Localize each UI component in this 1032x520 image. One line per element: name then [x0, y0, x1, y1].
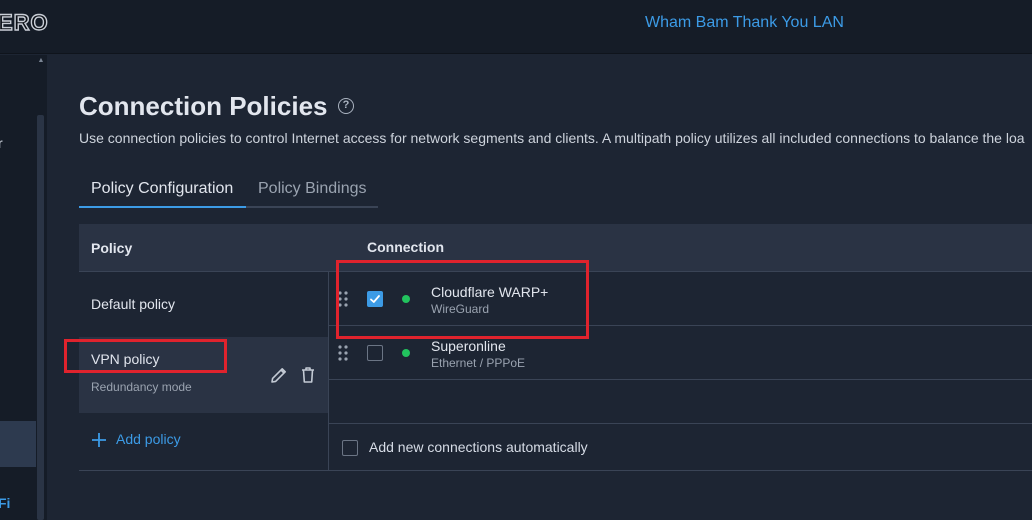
sidebar-scrollbar[interactable] — [37, 115, 44, 520]
tab-policy-configuration[interactable]: Policy Configuration — [91, 180, 233, 198]
column-header-connection: Connection — [367, 239, 444, 255]
policy-mode: Redundancy mode — [91, 380, 192, 394]
column-header-policy: Policy — [91, 240, 133, 256]
connection-spacer — [329, 380, 1032, 424]
top-bar: ERO Wham Bam Thank You LAN — [0, 0, 1032, 54]
plus-icon — [91, 432, 107, 448]
add-policy-label: Add policy — [116, 431, 181, 447]
auto-add-row[interactable]: Add new connections automatically — [329, 424, 1032, 470]
pencil-icon[interactable] — [269, 365, 289, 385]
help-circle-icon[interactable]: ? — [338, 98, 354, 114]
active-tab-indicator — [79, 206, 246, 208]
policy-row-default[interactable]: Default policy — [79, 272, 328, 337]
connection-checkbox[interactable] — [367, 345, 383, 361]
table-divider — [79, 470, 1032, 471]
sidebar-item-label[interactable]: r — [0, 135, 3, 151]
network-name[interactable]: Wham Bam Thank You LAN — [645, 14, 844, 32]
tab-policy-bindings[interactable]: Policy Bindings — [258, 180, 367, 198]
trash-icon[interactable] — [298, 365, 318, 385]
highlight-box — [336, 260, 589, 339]
policy-name: Default policy — [91, 296, 176, 312]
scroll-up-arrow-icon[interactable]: ▲ — [37, 57, 45, 65]
auto-add-checkbox[interactable] — [342, 440, 358, 456]
status-online-dot — [402, 349, 410, 357]
brand-logo[interactable]: ERO — [0, 9, 49, 36]
connection-name: Superonline — [431, 338, 506, 354]
sidebar-item-active[interactable] — [0, 421, 36, 467]
sidebar-item-label[interactable]: Fi — [0, 495, 10, 511]
tab-bar: Policy Configuration Policy Bindings — [79, 170, 378, 208]
page-title: Connection Policies — [79, 91, 328, 121]
highlight-box — [64, 339, 227, 373]
drag-handle-icon[interactable] — [338, 345, 348, 361]
connection-type: Ethernet / PPPoE — [431, 356, 526, 370]
sidebar: ▲ r Fi — [0, 55, 47, 520]
page-description: Use connection policies to control Inter… — [79, 130, 1025, 146]
auto-add-label: Add new connections automatically — [369, 439, 588, 455]
